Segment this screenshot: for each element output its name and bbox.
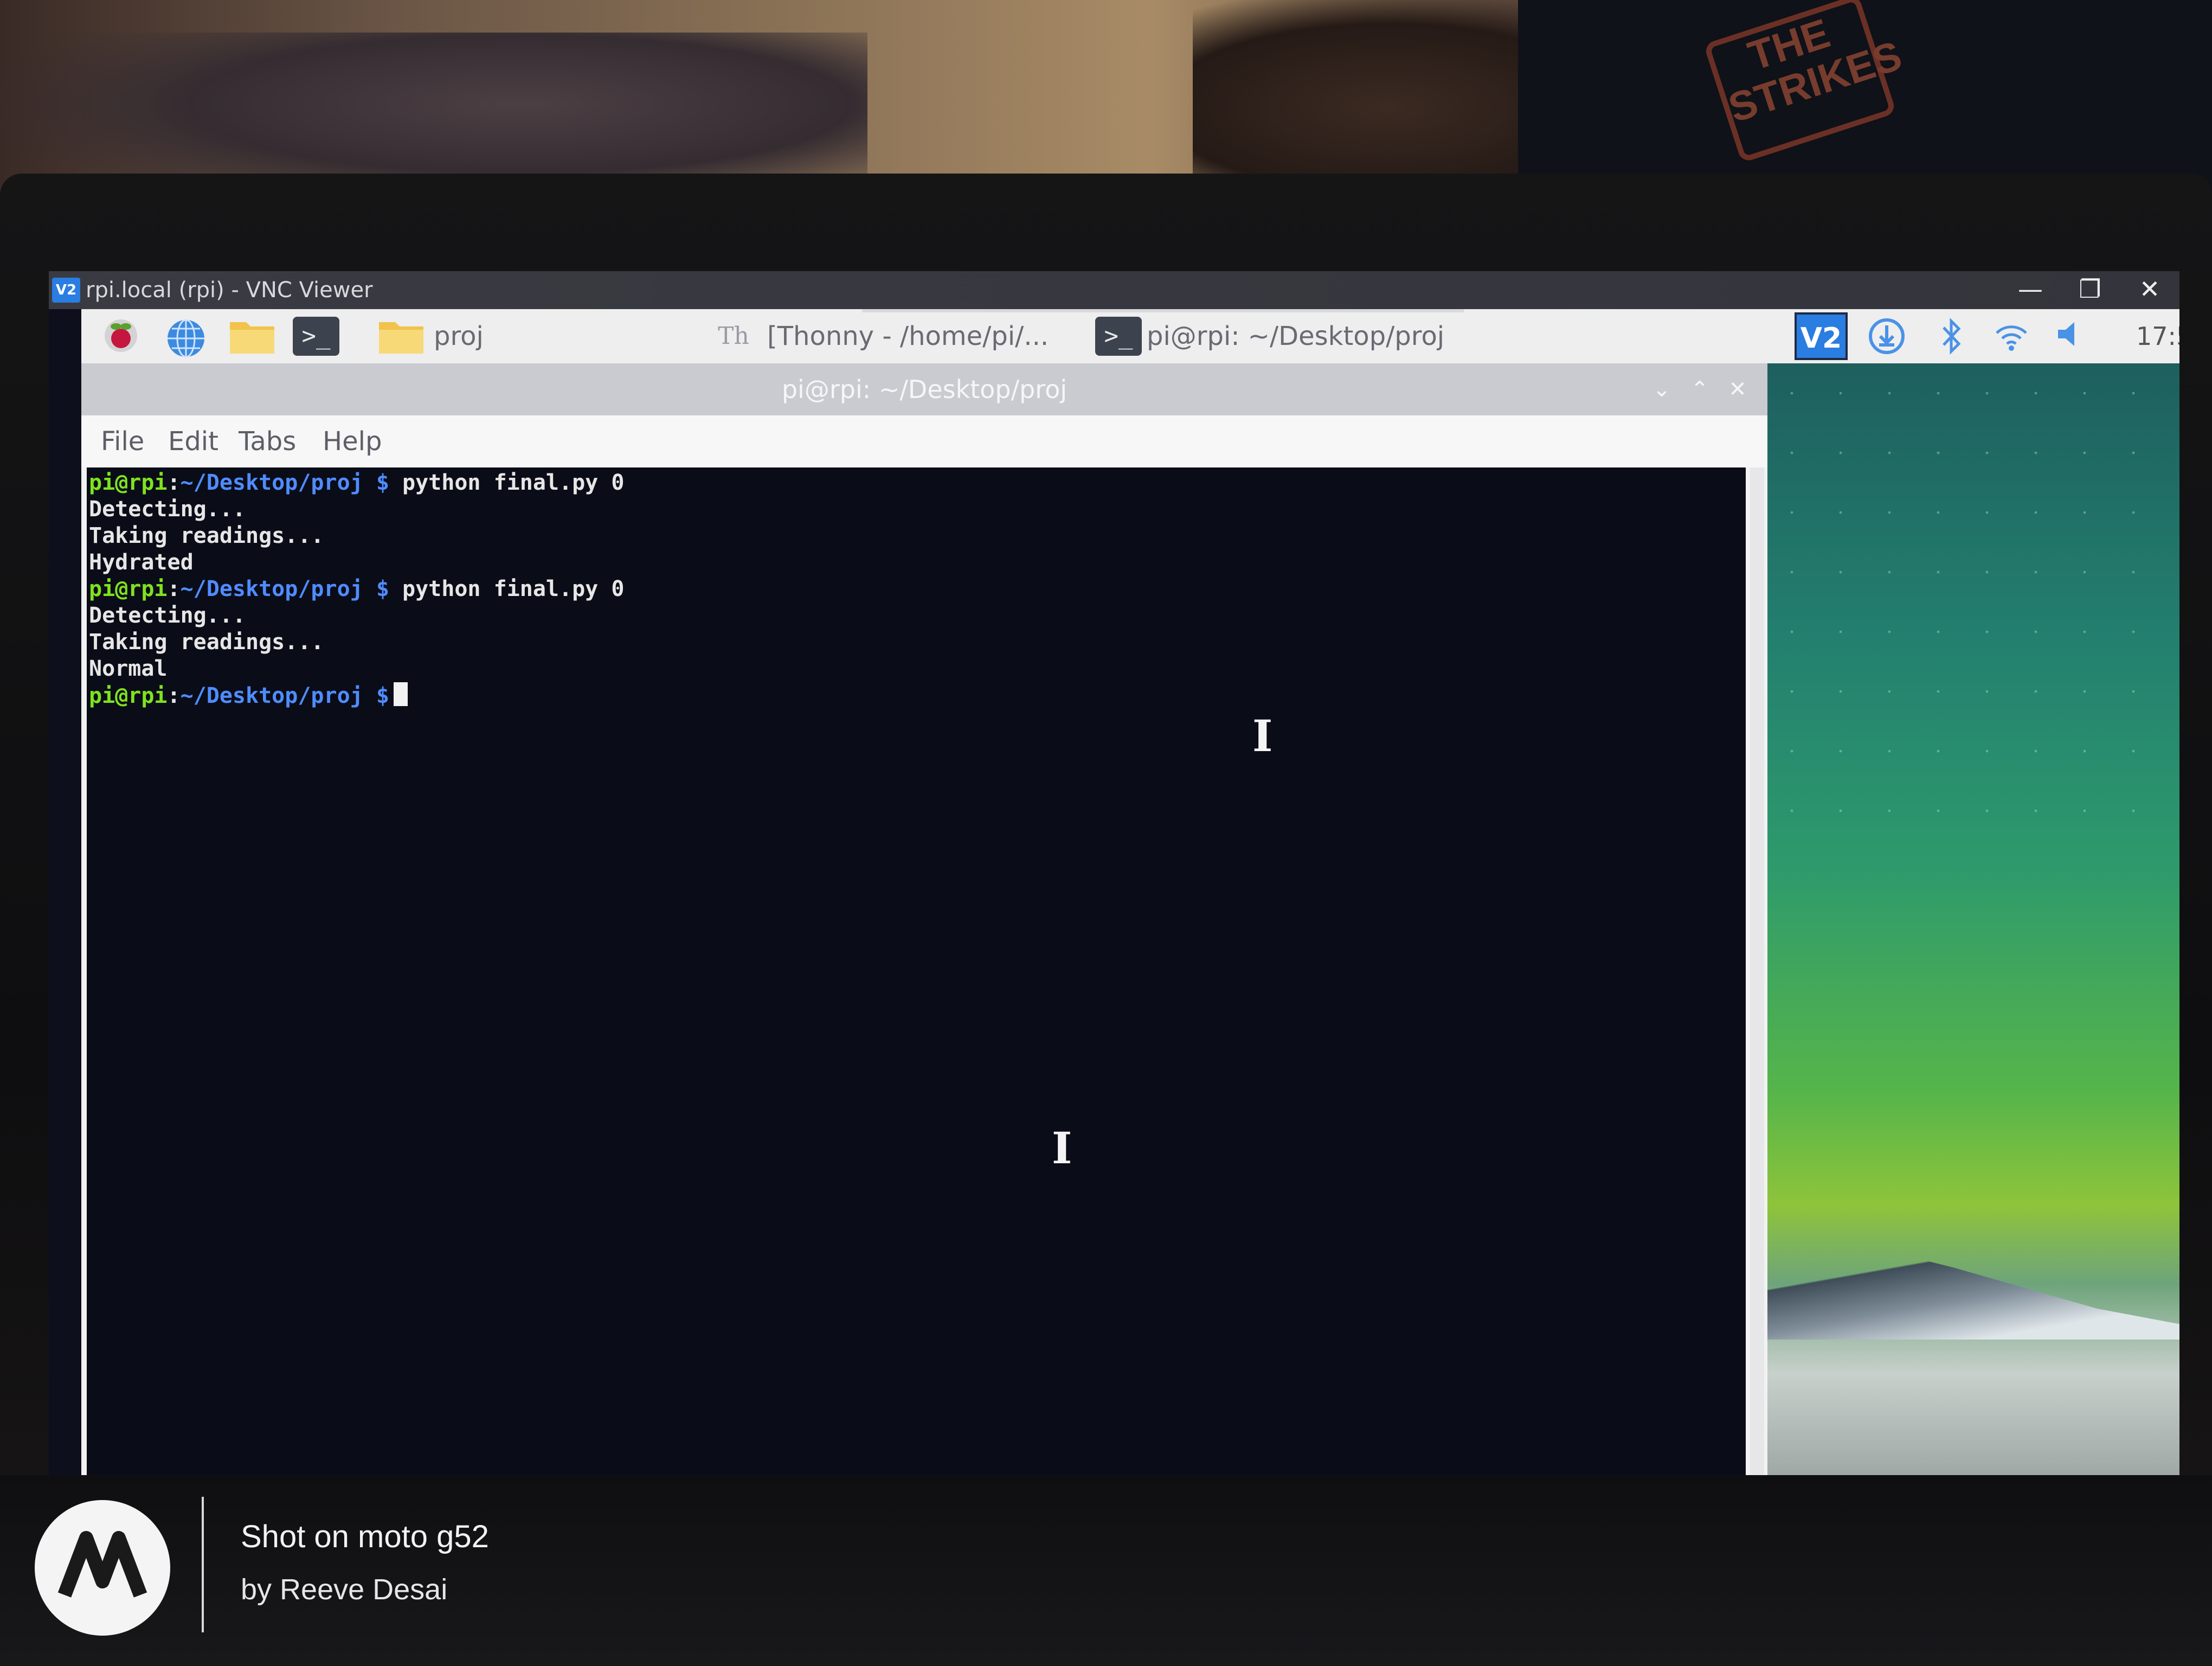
folder-task-label[interactable]: proj [434,309,484,363]
terminal-titlebar[interactable]: pi@rpi: ~/Desktop/proj ⌄ ⌃ ✕ [81,363,1767,415]
chevron-up-icon[interactable]: ⌃ [1681,363,1719,415]
prompt-colon: : [167,683,181,708]
terminal-output[interactable]: pi@rpi:~/Desktop/proj $ python final.py … [87,467,1746,1486]
laptop-bottom-bezel [0,1475,2212,1666]
ibeam-cursor-icon: I [1252,710,1273,761]
menu-help[interactable]: Help [323,415,382,467]
download-icon[interactable] [1865,317,1908,356]
terminal-output-line: Hydrated [89,550,194,575]
wifi-icon[interactable] [1990,317,2033,356]
terminal-prompt-line: pi@rpi:~/Desktop/proj $ python final.py … [87,470,1746,496]
thonny-task-label[interactable]: [Thonny - /home/pi/... [767,309,1049,363]
raspberry-menu-icon[interactable] [98,317,144,356]
terminal-command: python final.py 0 [389,576,625,601]
prompt-path: ~/Desktop/proj [180,683,363,708]
watermark-divider [202,1497,204,1632]
restore-button[interactable]: ❐ [2060,271,2120,309]
close-button[interactable]: ✕ [2120,271,2179,309]
close-icon[interactable]: ✕ [1719,363,1757,415]
vnc-logo-icon: V2 [52,278,80,303]
watermark-author: by Reeve Desai [241,1573,448,1606]
prompt-path: ~/Desktop/proj [180,470,363,495]
thonny-icon[interactable]: Th [710,317,757,356]
terminal-output-line: Detecting... [89,497,246,522]
terminal-scrollbar[interactable] [1750,467,1764,1486]
prompt-symbol: $ [363,470,389,495]
prompt-colon: : [167,470,181,495]
terminal-command: python final.py 0 [389,470,625,495]
laptop-screen: V2 rpi.local (rpi) - VNC Viewer — ❐ ✕ >_… [49,271,2179,1486]
remote-desktop: >_ proj Th [Thonny - /home/pi/... >_ pi@… [81,309,2179,1486]
terminal-task-label[interactable]: pi@rpi: ~/Desktop/proj [1147,309,1444,363]
pi-taskbar: >_ proj Th [Thonny - /home/pi/... >_ pi@… [81,309,2179,363]
globe-icon[interactable] [163,317,209,358]
prompt-symbol: $ [363,683,389,708]
vnc-tray-icon[interactable]: V2 [1795,312,1848,360]
terminal-output-line: Detecting... [89,603,246,628]
terminal-icon[interactable]: >_ [293,317,339,356]
bluetooth-icon[interactable] [1930,317,1973,356]
terminal-output-line: Taking readings... [89,630,324,655]
terminal-window: pi@rpi: ~/Desktop/proj ⌄ ⌃ ✕ File Edit T… [81,363,1767,1486]
volume-icon[interactable] [2049,317,2093,356]
folder-task-icon[interactable] [377,317,423,356]
minimize-button[interactable]: — [2001,271,2060,309]
terminal-task-icon[interactable]: >_ [1095,317,1142,356]
prompt-user: pi@rpi [89,683,168,708]
terminal-output-line: Normal [89,656,168,681]
wallpaper-stars [1767,363,2179,851]
menu-file[interactable]: File [101,415,144,467]
terminal-prompt-line: pi@rpi:~/Desktop/proj $ [87,682,1746,709]
prompt-user: pi@rpi [89,470,168,495]
prompt-colon: : [167,576,181,601]
prompt-user: pi@rpi [89,576,168,601]
terminal-window-title: pi@rpi: ~/Desktop/proj [781,375,1068,404]
menu-edit[interactable]: Edit [168,415,218,467]
chevron-down-icon[interactable]: ⌄ [1643,363,1681,415]
terminal-menubar: File Edit Tabs Help [81,415,1767,467]
prompt-path: ~/Desktop/proj [180,576,363,601]
ibeam-cursor-icon: I [1052,1123,1072,1174]
menu-tabs[interactable]: Tabs [239,415,296,467]
folder-icon[interactable] [228,317,274,356]
vnc-viewer-titlebar: V2 rpi.local (rpi) - VNC Viewer — ❐ ✕ [49,271,2179,309]
text-cursor [393,682,408,706]
terminal-prompt-line: pi@rpi:~/Desktop/proj $ python final.py … [87,576,1746,603]
terminal-output-line: Taking readings... [89,523,324,548]
vnc-window-title: rpi.local (rpi) - VNC Viewer [86,278,373,303]
clock[interactable]: 17:57 [2136,309,2179,363]
prompt-symbol: $ [363,576,389,601]
watermark-device: Shot on moto g52 [241,1519,489,1554]
motorola-logo-icon [35,1500,170,1636]
